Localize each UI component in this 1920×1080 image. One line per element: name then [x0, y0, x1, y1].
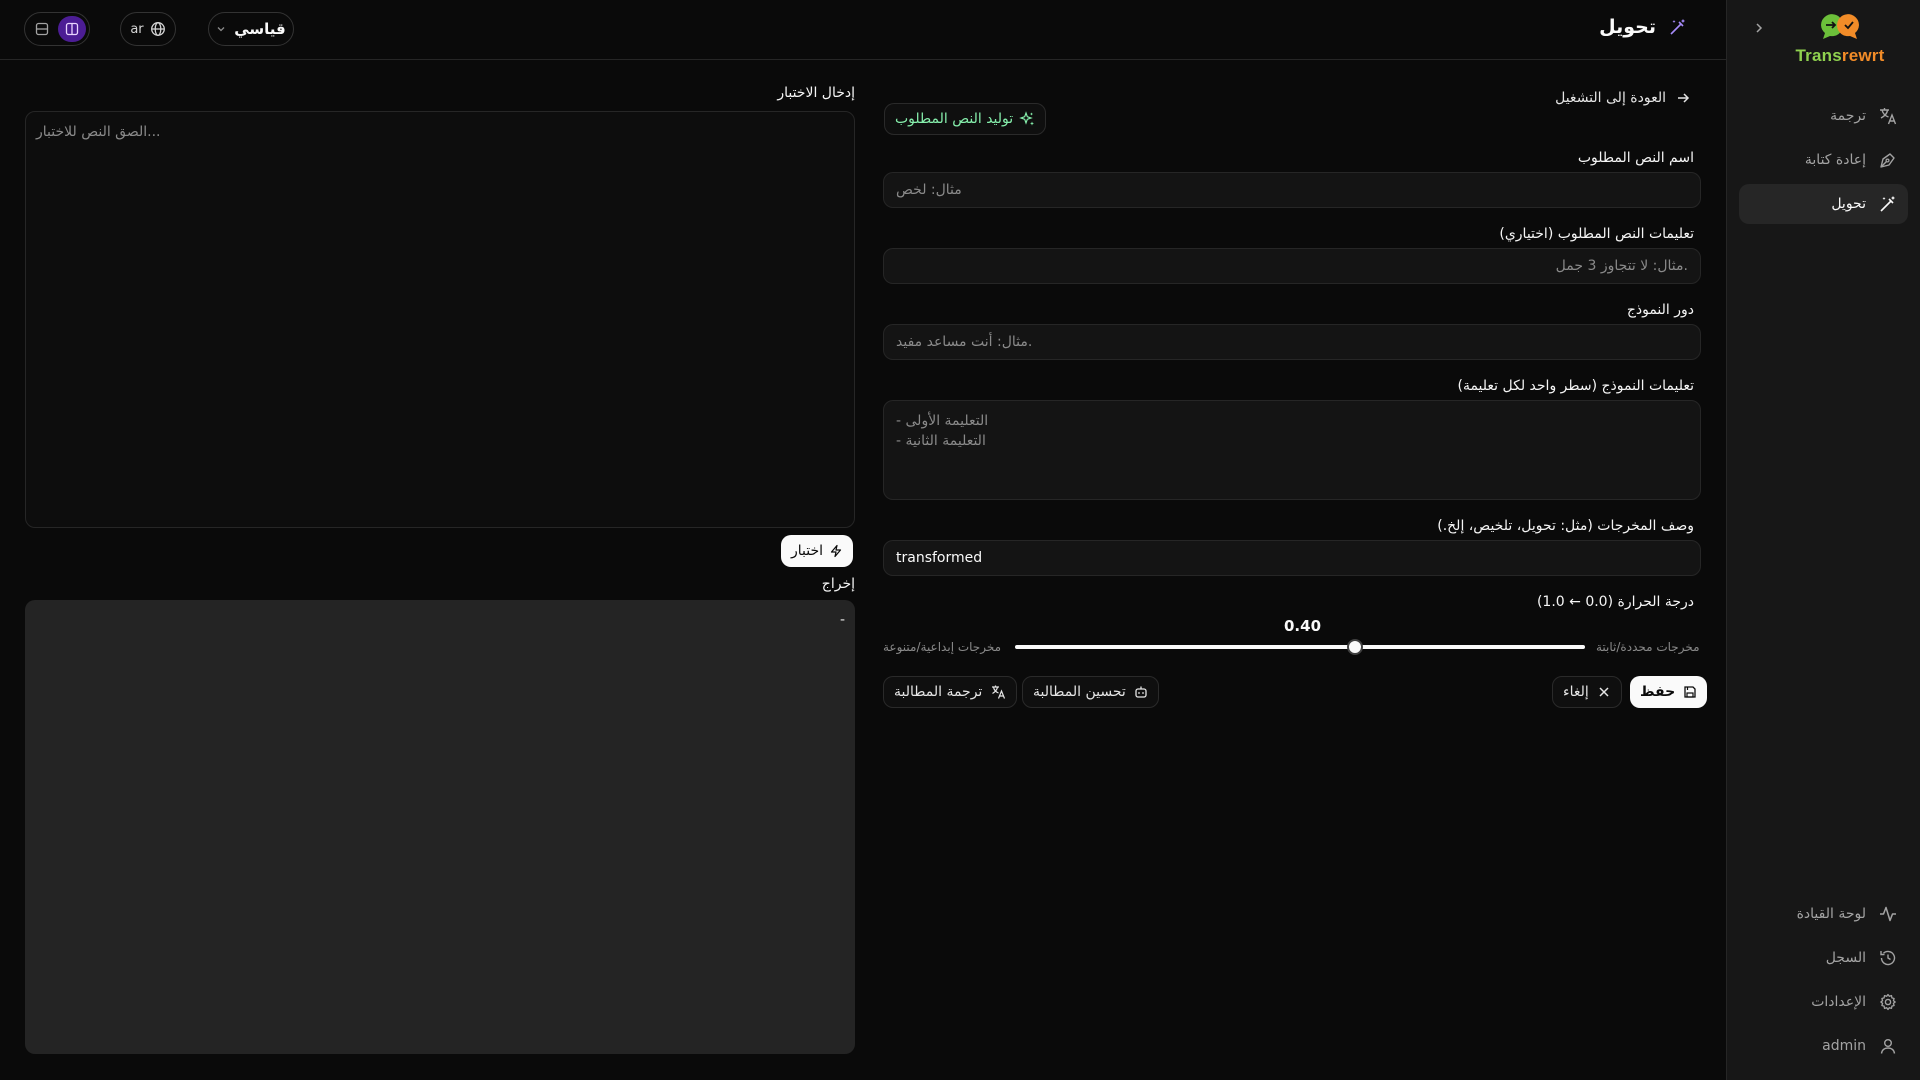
translate-icon: [990, 684, 1006, 700]
sparkles-icon: [1019, 111, 1035, 127]
wand-icon: [1878, 194, 1898, 214]
model-instructions-line-1: - التعليمة الأولى: [896, 413, 989, 429]
chevron-right-icon[interactable]: [1749, 18, 1769, 38]
output-description-label: وصف المخرجات (مثل: تحويل، تلخيص، إلخ.): [1437, 518, 1694, 534]
sidebar-item-dashboard[interactable]: لوحة القيادة: [1739, 894, 1908, 934]
sidebar-item-label: لوحة القيادة: [1796, 906, 1866, 922]
prompt-instructions-label: تعليمات النص المطلوب (اختياري): [1499, 226, 1694, 242]
temperature-high-note: مخرجات إبداعية/متنوعة: [883, 640, 1002, 654]
cancel-label: إلغاء: [1563, 684, 1589, 700]
mode-select[interactable]: قياسي: [208, 12, 294, 46]
model-role-placeholder: مثال: أنت مساعد مفيد.: [896, 334, 1033, 350]
split-layout-icon[interactable]: [58, 16, 86, 42]
sidebar-item-history[interactable]: السجل: [1739, 938, 1908, 978]
sidebar-item-translate[interactable]: ترجمة: [1739, 96, 1908, 136]
arrow-right-icon: [1676, 91, 1690, 105]
sidebar-item-label: ترجمة: [1830, 108, 1866, 124]
translate-prompt-button[interactable]: ترجمة المطالبة: [883, 676, 1018, 708]
back-to-run-link[interactable]: العودة إلى التشغيل: [1555, 90, 1690, 106]
output-panel: -: [25, 600, 855, 1054]
output-label: إخراج: [821, 576, 855, 592]
mode-label: قياسي: [234, 20, 286, 38]
logo-text: Transrewrt: [1790, 46, 1890, 66]
save-button[interactable]: حفظ: [1630, 676, 1708, 708]
test-input-label: إدخال الاختبار: [777, 85, 855, 101]
logo-text-rewrt: rewrt: [1841, 46, 1885, 65]
chevron-down-icon: [216, 24, 226, 34]
prompt-name-label: اسم النص المطلوب: [1577, 150, 1694, 166]
slider-track: [1015, 645, 1585, 649]
test-input-textarea[interactable]: الصق النص للاختبار...: [25, 111, 855, 528]
sidebar-item-transform[interactable]: تحويل: [1739, 184, 1908, 224]
page-title: تحويل: [1599, 16, 1688, 38]
improve-label: تحسين المطالبة: [1033, 684, 1126, 700]
prompt-name-placeholder: مثال: لخص: [896, 182, 962, 198]
logo-text-trans: Trans: [1795, 46, 1842, 65]
sidebar-item-settings[interactable]: الإعدادات: [1739, 982, 1908, 1022]
sidebar-item-label: السجل: [1825, 950, 1866, 966]
output-description-value: transformed: [896, 550, 983, 566]
test-input-placeholder: الصق النص للاختبار...: [36, 124, 161, 140]
app-logo: Transrewrt: [1790, 12, 1890, 66]
layout-toggle: [24, 12, 90, 46]
sidebar-item-rewrite[interactable]: إعادة كتابة: [1739, 140, 1908, 180]
model-role-label: دور النموذج: [1626, 302, 1694, 318]
sidebar-item-label: admin: [1822, 1038, 1866, 1054]
temperature-value: 0.40: [1284, 617, 1322, 635]
page-title-text: تحويل: [1599, 16, 1656, 38]
output-value: -: [839, 612, 845, 628]
bot-icon: [1134, 685, 1148, 699]
test-label: اختبار: [791, 543, 824, 559]
nav-bottom: لوحة القيادة السجل الإعدادات admin: [1739, 894, 1908, 1070]
translate-icon: [1878, 106, 1898, 126]
gear-icon: [1878, 992, 1898, 1012]
temperature-low-note: مخرجات محددة/ثابتة: [1596, 640, 1700, 654]
translate-prompt-label: ترجمة المطالبة: [894, 684, 983, 700]
model-instructions-textarea[interactable]: - التعليمة الأولى - التعليمة الثانية: [883, 400, 1701, 500]
model-role-input[interactable]: مثال: أنت مساعد مفيد.: [883, 324, 1701, 360]
close-icon: [1597, 685, 1611, 699]
save-label: حفظ: [1640, 684, 1676, 700]
improve-prompt-button[interactable]: تحسين المطالبة: [1022, 676, 1159, 708]
language-code: ar: [130, 21, 144, 37]
model-instructions-line-2: - التعليمة الثانية: [896, 433, 986, 449]
wand-icon: [1668, 17, 1688, 37]
stacked-layout-icon[interactable]: [28, 16, 56, 42]
history-icon: [1878, 948, 1898, 968]
cancel-button[interactable]: إلغاء: [1552, 676, 1622, 708]
sidebar-item-label: إعادة كتابة: [1804, 152, 1866, 168]
user-icon: [1878, 1036, 1898, 1056]
globe-icon: [150, 21, 166, 37]
nav-top: ترجمة إعادة كتابة تحويل: [1739, 96, 1908, 228]
prompt-instructions-input[interactable]: مثال: لا تتجاوز 3 جمل.: [883, 248, 1701, 284]
output-description-input[interactable]: transformed: [883, 540, 1701, 576]
sidebar: Transrewrt ترجمة إعادة كتابة تحويل لوحة …: [1726, 0, 1920, 1080]
back-label: العودة إلى التشغيل: [1555, 90, 1666, 106]
save-icon: [1683, 685, 1697, 699]
generate-prompt-button[interactable]: توليد النص المطلوب: [884, 103, 1047, 135]
temperature-label: درجة الحرارة (0.0 ← 1.0): [1536, 594, 1694, 610]
pen-tool-icon: [1878, 150, 1898, 170]
sidebar-item-user[interactable]: admin: [1739, 1026, 1908, 1066]
generate-label: توليد النص المطلوب: [895, 111, 1014, 127]
prompt-name-input[interactable]: مثال: لخص: [883, 172, 1701, 208]
test-button[interactable]: اختبار: [781, 535, 854, 567]
zap-icon: [829, 544, 843, 558]
logo-icon: [1817, 12, 1863, 42]
activity-icon: [1878, 904, 1898, 924]
sidebar-item-label: الإعدادات: [1811, 994, 1866, 1010]
temperature-slider[interactable]: [1015, 639, 1585, 655]
language-button[interactable]: ar: [120, 12, 176, 46]
model-instructions-label: تعليمات النموذج (سطر واحد لكل تعليمة): [1457, 378, 1694, 394]
slider-thumb[interactable]: [1347, 639, 1364, 655]
sidebar-item-label: تحويل: [1831, 196, 1866, 212]
prompt-instructions-placeholder: مثال: لا تتجاوز 3 جمل.: [1555, 258, 1688, 274]
top-bar: ar قياسي تحويل: [0, 0, 1726, 60]
